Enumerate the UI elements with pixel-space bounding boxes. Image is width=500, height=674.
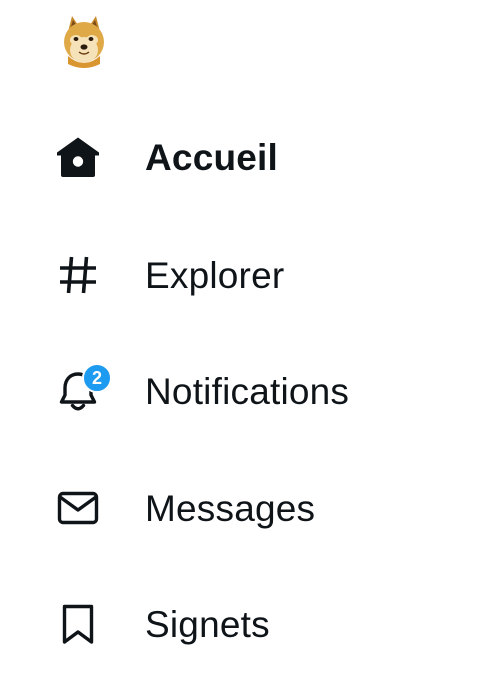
nav-item-signets[interactable]: Signets bbox=[40, 584, 480, 664]
bookmark-icon bbox=[54, 600, 102, 648]
nav-item-label: Accueil bbox=[145, 136, 279, 178]
envelope-icon bbox=[54, 484, 102, 532]
doge-avatar-icon bbox=[64, 16, 104, 68]
hashtag-icon bbox=[54, 251, 102, 299]
notification-count-badge: 2 bbox=[82, 363, 112, 393]
nav-item-messages[interactable]: Messages bbox=[40, 468, 480, 548]
bell-icon: 2 bbox=[54, 363, 112, 415]
nav-item-explorer[interactable]: Explorer bbox=[40, 235, 480, 315]
nav-item-label: Notifications bbox=[145, 370, 350, 412]
doge-logo[interactable] bbox=[58, 12, 110, 68]
nav-item-label: Explorer bbox=[145, 254, 285, 296]
nav-item-notifications[interactable]: 2 Notifications bbox=[40, 351, 480, 431]
nav-item-label: Signets bbox=[145, 603, 270, 645]
nav-item-accueil[interactable]: Accueil bbox=[40, 117, 480, 197]
nav-item-label: Messages bbox=[145, 487, 316, 529]
home-icon bbox=[54, 133, 102, 181]
